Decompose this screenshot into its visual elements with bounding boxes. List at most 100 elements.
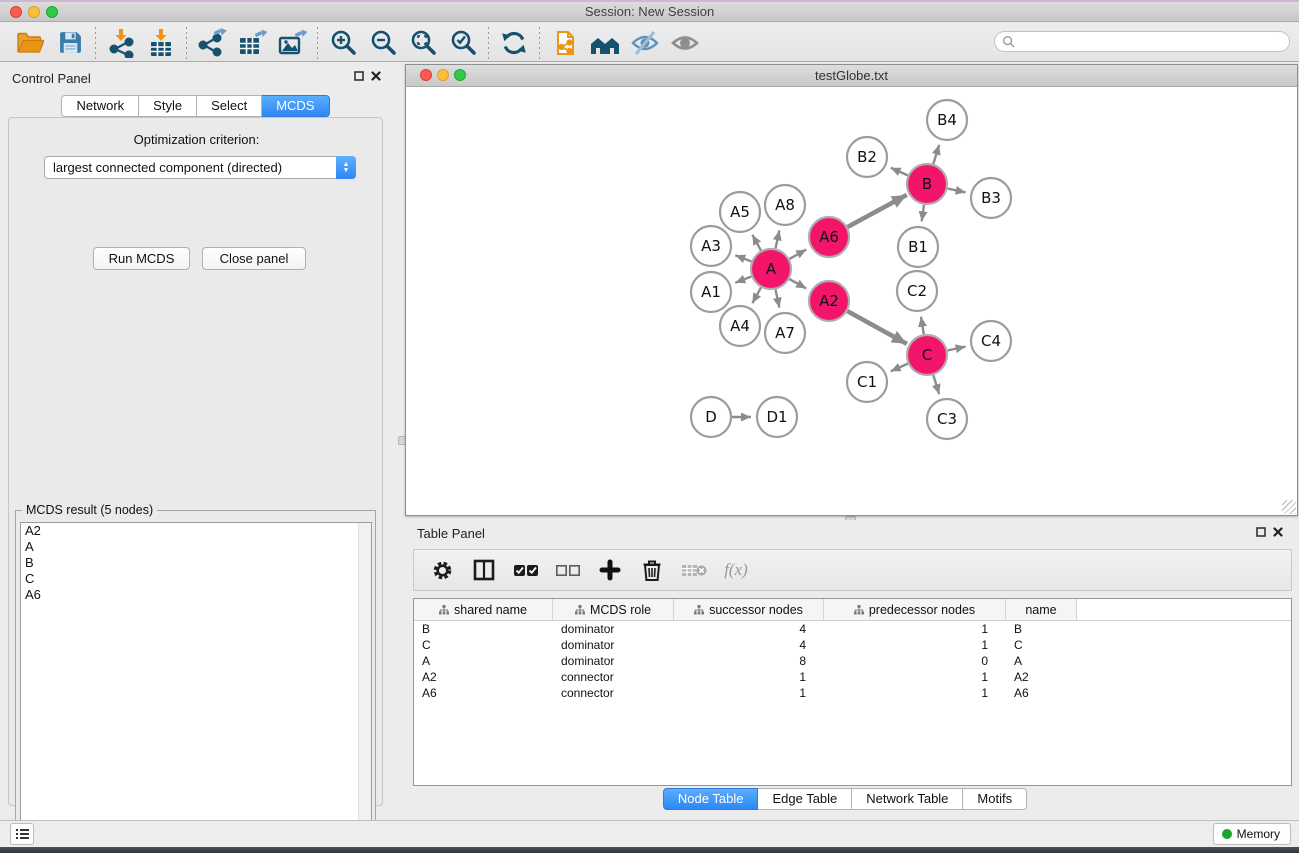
- graph-node-C1[interactable]: C1: [847, 362, 887, 402]
- mcds-result-list[interactable]: A2ABCA6: [20, 522, 372, 850]
- cell-shared-name[interactable]: A: [414, 654, 553, 668]
- show-all-icon[interactable]: [665, 26, 705, 60]
- zoom-out-icon[interactable]: [363, 26, 403, 60]
- graph-node-C3[interactable]: C3: [927, 399, 967, 439]
- cell-MCDS-role[interactable]: dominator: [553, 638, 674, 652]
- cell-shared-name[interactable]: B: [414, 622, 553, 636]
- export-image-icon[interactable]: [272, 26, 312, 60]
- graph-node-A4[interactable]: A4: [720, 306, 760, 346]
- cell-predecessor-nodes[interactable]: 1: [824, 686, 1006, 700]
- graph-node-C4[interactable]: C4: [971, 321, 1011, 361]
- tab-select[interactable]: Select: [197, 95, 262, 117]
- tab-network-table[interactable]: Network Table: [852, 788, 963, 810]
- open-file-icon[interactable]: [10, 26, 50, 60]
- zoom-in-icon[interactable]: [323, 26, 363, 60]
- graph-node-B1[interactable]: B1: [898, 227, 938, 267]
- edge-A-A1[interactable]: [735, 277, 751, 283]
- edge-A-A5[interactable]: [752, 235, 761, 251]
- graph-node-D1[interactable]: D1: [757, 397, 797, 437]
- graph-node-A1[interactable]: A1: [691, 272, 731, 312]
- float-panel-icon[interactable]: [1256, 527, 1266, 537]
- zoom-fit-icon[interactable]: [403, 26, 443, 60]
- close-panel-icon[interactable]: [1273, 527, 1283, 537]
- tab-style[interactable]: Style: [139, 95, 197, 117]
- edge-A-A3[interactable]: [735, 255, 751, 261]
- tab-mcds[interactable]: MCDS: [262, 95, 329, 117]
- edge-B-B4[interactable]: [933, 145, 939, 164]
- cell-predecessor-nodes[interactable]: 1: [824, 622, 1006, 636]
- node-table[interactable]: shared nameMCDS rolesuccessor nodesprede…: [413, 598, 1292, 786]
- edge-C-C1[interactable]: [891, 364, 908, 372]
- cell-successor-nodes[interactable]: 8: [674, 654, 824, 668]
- export-table-icon[interactable]: [232, 26, 272, 60]
- graph-node-D[interactable]: D: [691, 397, 731, 437]
- cell-shared-name[interactable]: C: [414, 638, 553, 652]
- edge-B-B1[interactable]: [922, 205, 924, 222]
- new-network-icon[interactable]: [545, 26, 585, 60]
- refresh-view-icon[interactable]: [494, 26, 534, 60]
- column-header-MCDS-role[interactable]: MCDS role: [553, 599, 674, 620]
- edge-A-A4[interactable]: [752, 287, 761, 303]
- float-panel-icon[interactable]: [354, 71, 364, 81]
- result-item[interactable]: B: [21, 555, 371, 571]
- result-item[interactable]: A2: [21, 523, 371, 539]
- close-panel-icon[interactable]: [371, 71, 381, 81]
- first-neighbors-icon[interactable]: [585, 26, 625, 60]
- table-row[interactable]: Bdominator41B: [414, 621, 1291, 637]
- import-table-icon[interactable]: [141, 26, 181, 60]
- edge-B-B3[interactable]: [948, 189, 966, 193]
- graph-node-A2[interactable]: A2: [809, 281, 849, 321]
- cell-MCDS-role[interactable]: connector: [553, 686, 674, 700]
- result-scrollbar-track[interactable]: [358, 523, 371, 849]
- edge-A-A6[interactable]: [789, 250, 806, 259]
- result-item[interactable]: A: [21, 539, 371, 555]
- network-minimize-button[interactable]: [437, 69, 449, 81]
- cell-name[interactable]: A6: [1006, 686, 1077, 700]
- minimize-window-button[interactable]: [28, 6, 40, 18]
- result-item[interactable]: A6: [21, 587, 371, 603]
- network-graph-canvas[interactable]: B4 B2 B B3 A8 A5 A6 A3 B1 A C2 A1 A2: [406, 87, 1297, 515]
- cell-successor-nodes[interactable]: 1: [674, 686, 824, 700]
- save-session-icon[interactable]: [50, 26, 90, 60]
- tab-motifs[interactable]: Motifs: [963, 788, 1027, 810]
- cell-successor-nodes[interactable]: 4: [674, 622, 824, 636]
- column-header-predecessor-nodes[interactable]: predecessor nodes: [824, 599, 1006, 620]
- cell-MCDS-role[interactable]: dominator: [553, 654, 674, 668]
- table-row[interactable]: Adominator80A: [414, 653, 1291, 669]
- close-window-button[interactable]: [10, 6, 22, 18]
- run-mcds-button[interactable]: Run MCDS: [93, 247, 190, 270]
- tab-network[interactable]: Network: [61, 95, 139, 117]
- column-header-successor-nodes[interactable]: successor nodes: [674, 599, 824, 620]
- cell-name[interactable]: B: [1006, 622, 1077, 636]
- delete-column-icon[interactable]: [634, 553, 670, 587]
- edge-A6-B[interactable]: [848, 195, 907, 227]
- zoom-window-button[interactable]: [46, 6, 58, 18]
- window-resize-grip[interactable]: [1282, 500, 1296, 514]
- cell-MCDS-role[interactable]: dominator: [553, 622, 674, 636]
- graph-node-A5[interactable]: A5: [720, 192, 760, 232]
- graph-node-A3[interactable]: A3: [691, 226, 731, 266]
- tab-node-table[interactable]: Node Table: [663, 788, 759, 810]
- table-row[interactable]: Cdominator41C: [414, 637, 1291, 653]
- tab-edge-table[interactable]: Edge Table: [758, 788, 852, 810]
- graph-node-A7[interactable]: A7: [765, 313, 805, 353]
- graph-node-A[interactable]: A: [751, 249, 791, 289]
- graph-node-A8[interactable]: A8: [765, 185, 805, 225]
- network-close-button[interactable]: [420, 69, 432, 81]
- zoom-selected-icon[interactable]: [443, 26, 483, 60]
- graph-node-B4[interactable]: B4: [927, 100, 967, 140]
- result-item[interactable]: C: [21, 571, 371, 587]
- edge-A2-C[interactable]: [847, 311, 907, 344]
- edge-A-A2[interactable]: [789, 279, 806, 288]
- edge-C-C3[interactable]: [933, 375, 939, 394]
- criterion-dropdown[interactable]: largest connected component (directed) ▲…: [44, 156, 356, 179]
- edge-A-A8[interactable]: [776, 230, 780, 248]
- hide-selected-icon[interactable]: [625, 26, 665, 60]
- column-header-shared-name[interactable]: shared name: [414, 599, 553, 620]
- table-row[interactable]: A6connector11A6: [414, 685, 1291, 701]
- cell-name[interactable]: C: [1006, 638, 1077, 652]
- network-zoom-button[interactable]: [454, 69, 466, 81]
- cell-name[interactable]: A: [1006, 654, 1077, 668]
- graph-node-B2[interactable]: B2: [847, 137, 887, 177]
- graph-node-C[interactable]: C: [907, 335, 947, 375]
